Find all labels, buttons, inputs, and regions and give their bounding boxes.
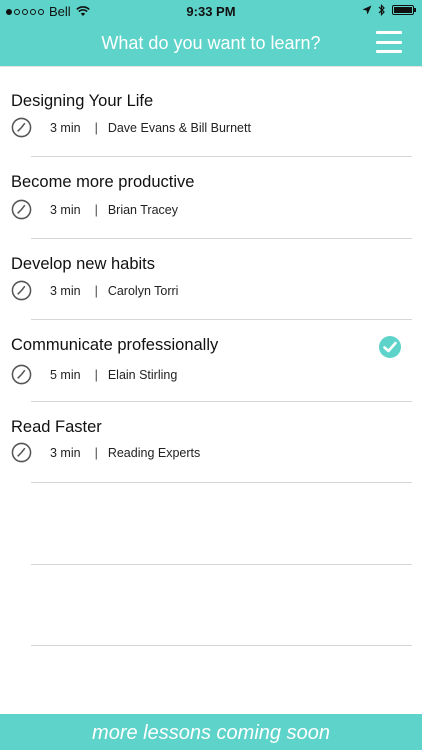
lesson-duration: 3 min [50, 202, 81, 217]
divider [31, 564, 412, 565]
divider [31, 482, 412, 483]
clock-icon [11, 280, 32, 301]
lesson-author: Carolyn Torri [107, 283, 179, 298]
lesson-author: Elain Stirling [107, 367, 178, 382]
list-item[interactable]: Designing Your Life 3 min | Dave Evans &… [0, 67, 422, 149]
clock-icon [11, 442, 32, 463]
status-bar: Bell 9:33 PM [0, 0, 422, 22]
page-title: What do you want to learn? [101, 33, 321, 53]
lesson-meta: 3 min | Dave Evans & Bill Burnett [11, 117, 251, 138]
lesson-author: Reading Experts [107, 445, 201, 460]
battery-icon [392, 5, 416, 15]
lesson-title: Communicate professionally [11, 336, 219, 354]
clock-icon [11, 117, 32, 138]
list-item[interactable]: Develop new habits 3 min | Carolyn Torri [0, 238, 422, 320]
lesson-title: Read Faster [11, 418, 102, 436]
app-header: Bell 9:33 PM What do you want to learn? [0, 0, 422, 67]
meta-separator: | [94, 367, 98, 382]
lesson-duration: 3 min [50, 445, 81, 460]
lesson-meta: 5 min | Elain Stirling [11, 364, 177, 385]
meta-separator: | [94, 445, 98, 460]
list-item[interactable]: Communicate professionally 5 min | Elain… [0, 319, 422, 401]
lesson-duration: 3 min [50, 283, 81, 298]
lesson-title: Develop new habits [11, 255, 156, 273]
list-item[interactable]: Read Faster 3 min | Reading Experts [0, 401, 422, 483]
meta-separator: | [94, 202, 98, 217]
bluetooth-icon [378, 4, 385, 16]
lesson-duration: 5 min [50, 367, 81, 382]
status-icons [362, 4, 416, 16]
lesson-title: Designing Your Life [11, 92, 154, 110]
lesson-title: Become more productive [11, 173, 195, 191]
lesson-meta: 3 min | Brian Tracey [11, 199, 178, 220]
lesson-author: Dave Evans & Bill Burnett [107, 120, 251, 135]
lesson-author: Brian Tracey [107, 202, 178, 217]
clock-icon [11, 364, 32, 385]
coming-soon-footer: more lessons coming soon [0, 714, 422, 750]
lesson-meta: 3 min | Carolyn Torri [11, 280, 178, 301]
lesson-meta: 3 min | Reading Experts [11, 442, 200, 463]
meta-separator: | [94, 120, 98, 135]
hamburger-menu-icon[interactable] [376, 31, 402, 53]
list-item[interactable]: Become more productive 3 min | Brian Tra… [0, 156, 422, 238]
clock-icon [11, 199, 32, 220]
checkmark-icon [379, 336, 401, 358]
location-arrow-icon [362, 5, 372, 15]
lesson-duration: 3 min [50, 120, 81, 135]
meta-separator: | [94, 283, 98, 298]
divider [31, 645, 412, 646]
status-time: 9:33 PM [186, 4, 236, 19]
